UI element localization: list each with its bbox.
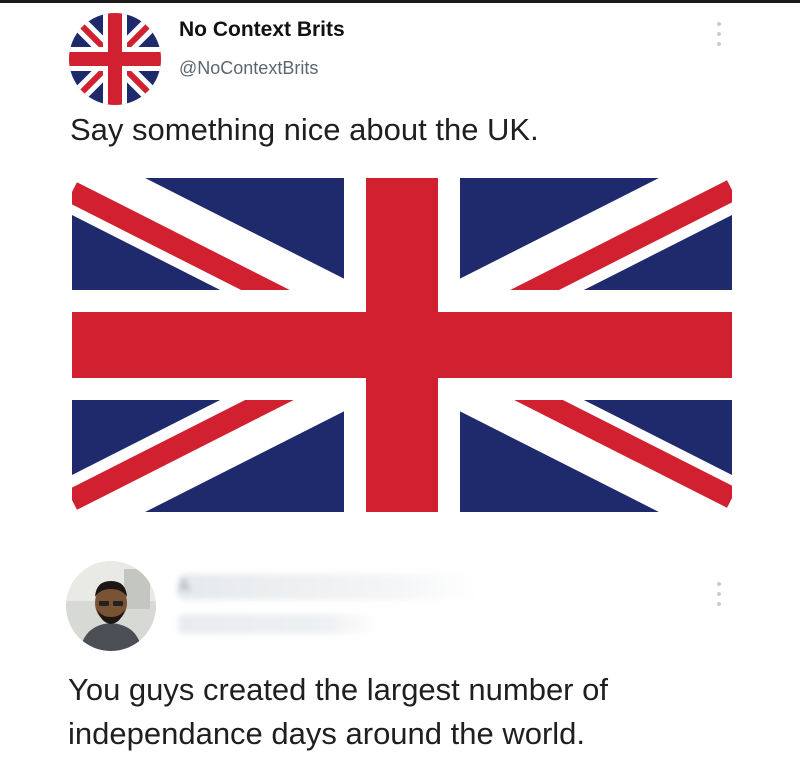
handle[interactable]: @NoContextBrits <box>179 58 318 79</box>
union-jack-flag-image[interactable] <box>57 148 747 542</box>
reply-text-line: You guys created the largest number of <box>68 672 608 707</box>
reply-text-line: independance days around the world. <box>68 716 586 751</box>
avatar[interactable] <box>66 561 156 651</box>
user-photo-icon <box>66 561 156 651</box>
union-jack-flag-icon <box>57 148 747 542</box>
more-options-icon[interactable] <box>712 22 726 46</box>
display-name[interactable]: No Context Brits <box>179 18 345 42</box>
tweet-text: Say something nice about the UK. <box>70 112 539 147</box>
reply-text: You guys created the largest number of i… <box>68 668 608 756</box>
blurred-display-name: A <box>178 574 478 600</box>
original-tweet: No Context Brits @NoContextBrits Say som… <box>0 0 800 542</box>
blurred-handle <box>178 614 378 634</box>
more-options-icon[interactable] <box>712 582 726 606</box>
avatar[interactable] <box>69 13 161 105</box>
union-jack-avatar-icon <box>69 13 161 105</box>
